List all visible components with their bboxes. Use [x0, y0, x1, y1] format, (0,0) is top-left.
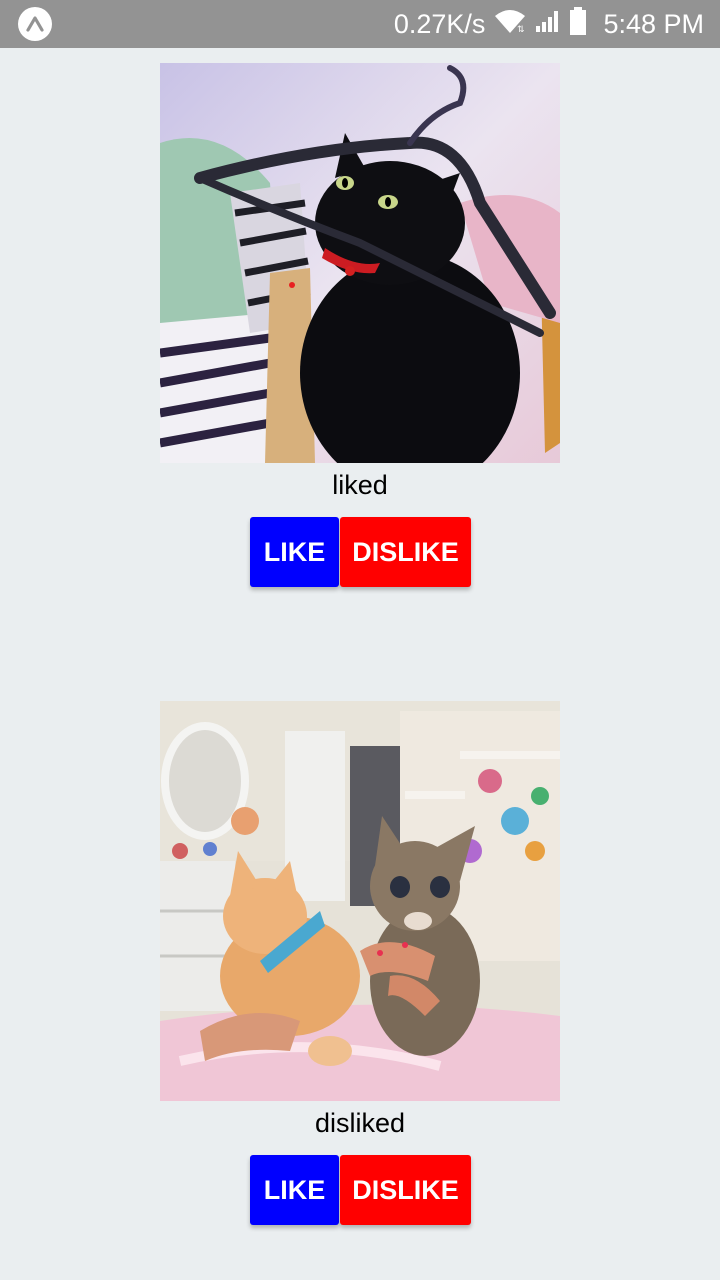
battery-icon — [569, 6, 587, 42]
signal-icon — [535, 9, 561, 40]
vote-buttons: LIKE DISLIKE — [160, 517, 560, 587]
cat-photo — [160, 63, 560, 463]
photo-card: disliked LIKE DISLIKE — [160, 701, 560, 1225]
clock: 5:48 PM — [603, 8, 704, 39]
kittens-photo — [160, 701, 560, 1101]
photo-card: liked LIKE DISLIKE — [160, 63, 560, 587]
vote-status: liked — [332, 470, 388, 500]
like-button[interactable]: LIKE — [250, 517, 339, 587]
svg-text:⇅: ⇅ — [517, 24, 525, 34]
status-bar: 0.27K/s ⇅ 5:48 PM — [0, 0, 720, 48]
vote-buttons: LIKE DISLIKE — [160, 1155, 560, 1225]
dislike-button[interactable]: DISLIKE — [340, 517, 471, 587]
status-indicators: 0.27K/s ⇅ 5:48 PM — [394, 0, 704, 48]
expo-app-icon — [18, 7, 52, 41]
wifi-icon: ⇅ — [493, 8, 527, 41]
dislike-button[interactable]: DISLIKE — [340, 1155, 471, 1225]
network-speed: 0.27K/s — [393, 8, 486, 39]
vote-status: disliked — [314, 1108, 406, 1138]
like-button[interactable]: LIKE — [250, 1155, 339, 1225]
